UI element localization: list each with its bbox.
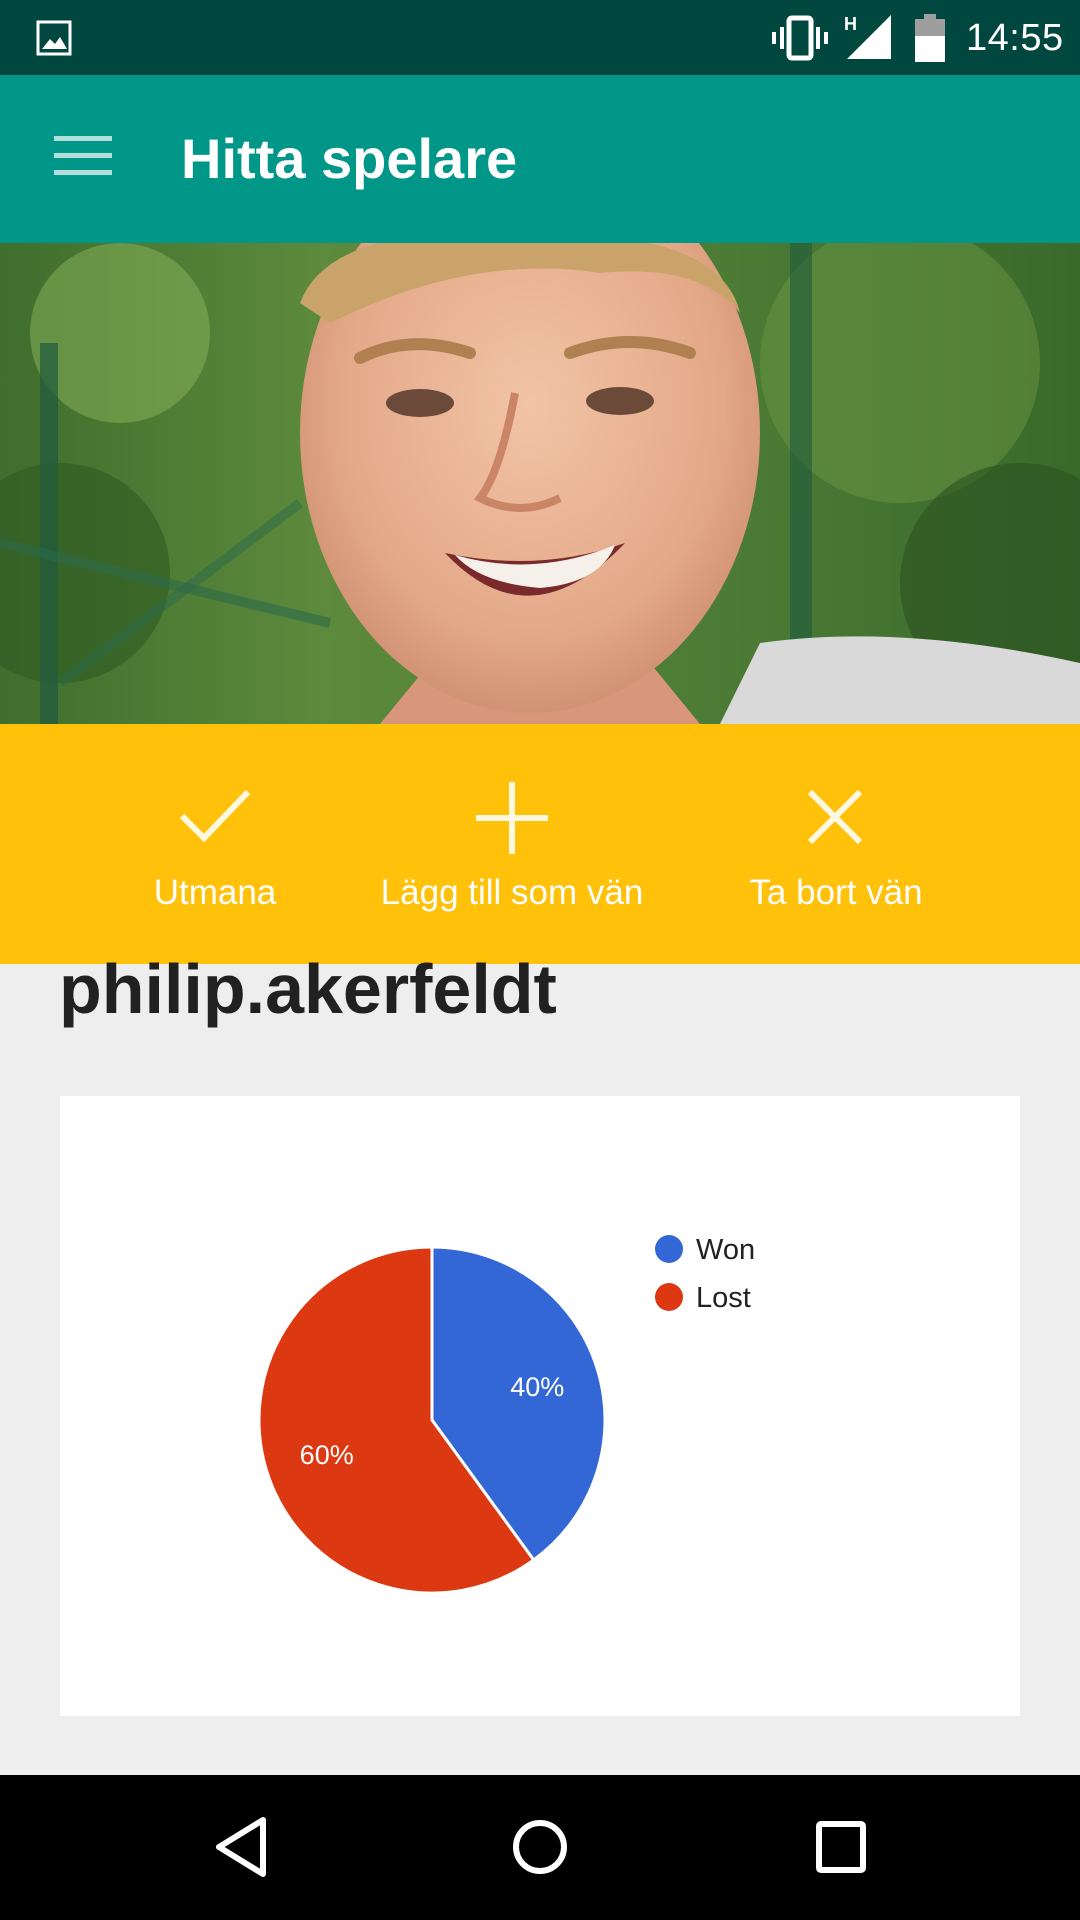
image-notification-icon	[36, 20, 72, 56]
plus-icon	[476, 782, 548, 854]
battery-icon	[915, 14, 945, 62]
status-clock: 14:55	[966, 17, 1064, 59]
pie-label-won: 40%	[510, 1372, 564, 1402]
action-bar: Utmana Lägg till som vän Ta bort vän	[0, 724, 1080, 964]
navigation-bar	[0, 1775, 1080, 1920]
network-type-label: H	[844, 14, 857, 34]
challenge-label: Utmana	[153, 873, 277, 912]
back-icon[interactable]	[213, 1815, 269, 1879]
profile-photo	[0, 243, 1080, 724]
challenge-button[interactable]: Utmana	[115, 724, 315, 964]
add-friend-button[interactable]: Lägg till som vän	[362, 724, 662, 964]
vibrate-icon	[772, 15, 828, 61]
win-loss-pie-chart: 40% 60% Won Lost	[257, 1234, 755, 1595]
username-heading: philip.akerfeldt	[59, 950, 557, 1028]
recents-icon[interactable]	[816, 1815, 866, 1879]
remove-friend-button[interactable]: Ta bort vän	[726, 724, 946, 964]
legend-swatch-lost	[655, 1283, 683, 1311]
close-icon	[807, 789, 863, 845]
win-loss-chart-card: 40% 60% Won Lost	[60, 1096, 1020, 1716]
add-friend-label: Lägg till som vän	[380, 873, 644, 912]
status-bar: H 14:55	[0, 0, 1080, 75]
remove-friend-label: Ta bort vän	[749, 873, 923, 912]
home-icon[interactable]	[512, 1815, 568, 1879]
legend-label-won: Won	[696, 1234, 755, 1266]
cellular-signal-icon: H	[844, 14, 891, 59]
legend-label-lost: Lost	[696, 1282, 751, 1314]
hamburger-menu-icon[interactable]	[54, 135, 112, 177]
page-title: Hitta spelare	[181, 127, 518, 190]
app-bar: Hitta spelare	[0, 75, 1080, 243]
profile-photo-illustration	[0, 243, 1080, 724]
legend-swatch-won	[655, 1235, 683, 1263]
check-icon	[179, 789, 251, 843]
pie-label-lost: 60%	[300, 1440, 354, 1470]
